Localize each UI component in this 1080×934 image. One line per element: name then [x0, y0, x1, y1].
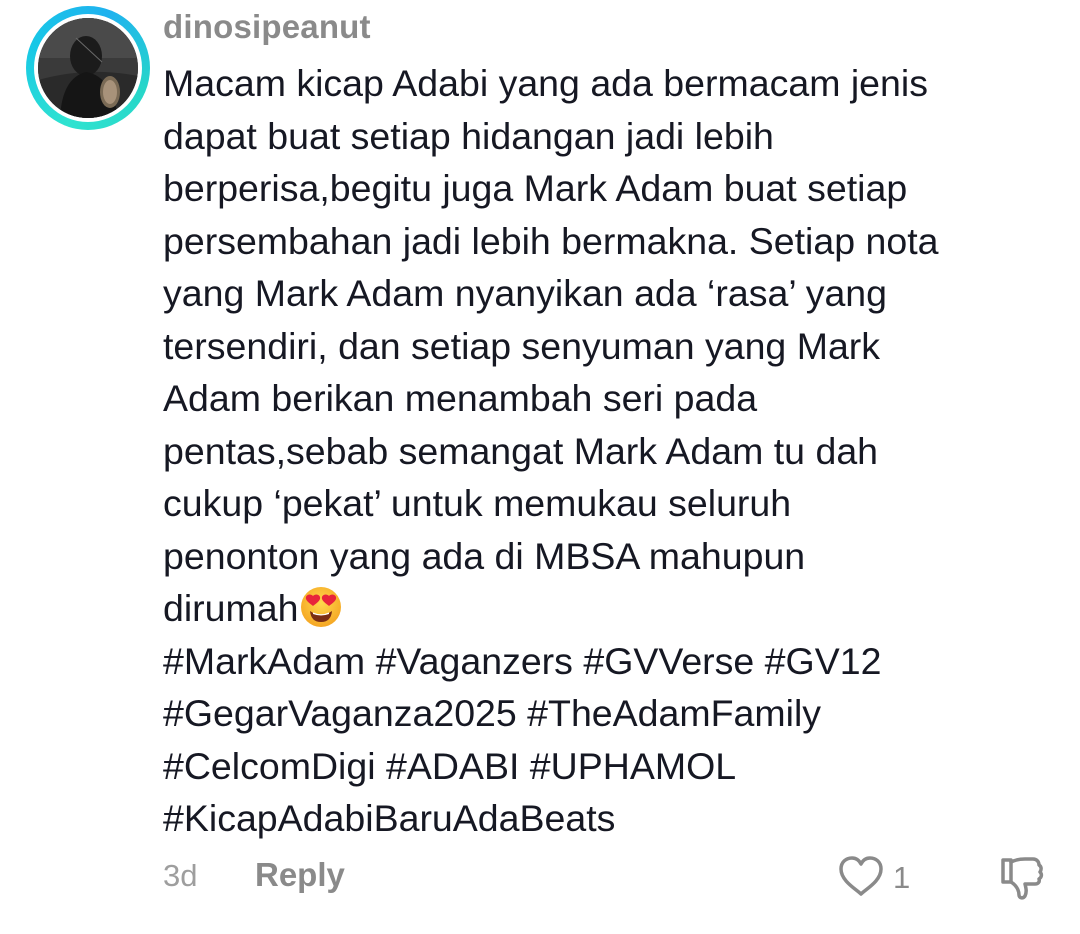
comment-line: Adam berikan menambah seri pada	[163, 377, 758, 419]
comment-line: cukup ‘pekat’ untuk memukau seluruh	[163, 482, 792, 524]
comment-line: pentas,sebab semangat Mark Adam tu dah	[163, 429, 879, 472]
reply-button[interactable]: Reply	[255, 856, 345, 894]
comment-line: persembahan jadi lebih bermakna. Setiap …	[163, 219, 939, 262]
timestamp: 3d	[163, 858, 198, 893]
avatar-image	[38, 18, 138, 118]
hashtag-line[interactable]: #KicapAdabiBaruAdaBeats	[163, 792, 1063, 845]
smiling-face-with-heart-eyes-icon	[299, 585, 343, 629]
like-count: 1	[893, 860, 911, 895]
comment-line: yang Mark Adam nyanyikan ada ‘rasa’ yang	[163, 272, 888, 314]
comment-line: penonton yang ada di MBSA mahupun	[163, 534, 806, 577]
username[interactable]: dinosipeanut	[163, 8, 371, 46]
comment-line: dirumah	[163, 587, 299, 629]
hashtag-line[interactable]: #CelcomDigi #ADABI #UPHAMOL	[163, 740, 1063, 793]
hashtag-line[interactable]: #MarkAdam #Vaganzers #GVVerse #GV12	[163, 635, 1063, 688]
comment-line: Macam kicap Adabi yang ada bermacam jeni…	[163, 62, 928, 104]
comment-text: Macam kicap Adabi yang ada bermacam jeni…	[163, 57, 1063, 845]
avatar[interactable]	[26, 6, 150, 130]
hashtag-line[interactable]: #GegarVaganza2025 #TheAdamFamily	[163, 687, 1063, 740]
comment-line: tersendiri, dan setiap senyuman yang Mar…	[163, 324, 881, 367]
heart-icon[interactable]	[836, 852, 886, 902]
comment-line: berperisa,begitu juga Mark Adam buat set…	[163, 167, 908, 209]
comment-line-last: dirumah	[163, 582, 1063, 635]
thumbs-down-icon[interactable]	[995, 852, 1047, 904]
comment-line: dapat buat setiap hidangan jadi lebih	[163, 114, 774, 157]
